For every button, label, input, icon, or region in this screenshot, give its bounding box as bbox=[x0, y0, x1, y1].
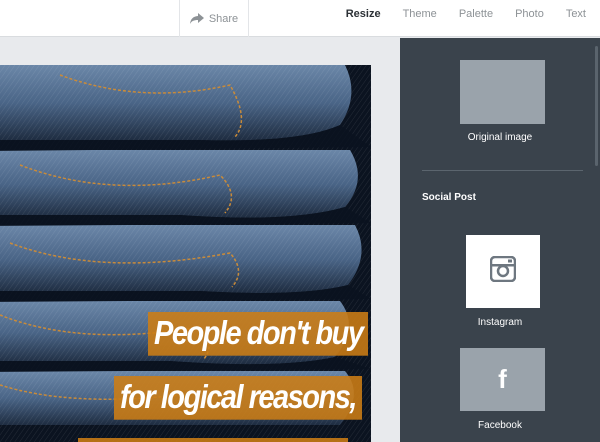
tab-photo[interactable]: Photo bbox=[504, 8, 555, 20]
quote-line-3-partial bbox=[78, 438, 348, 442]
quote-line-1[interactable]: People don't buy bbox=[148, 312, 369, 356]
panel-scrollbar[interactable] bbox=[595, 46, 598, 166]
quote-line-2[interactable]: for logical reasons, bbox=[114, 376, 362, 420]
instagram-label: Instagram bbox=[477, 317, 523, 328]
social-post-heading: Social Post bbox=[422, 192, 476, 203]
resize-panel: Original image Social Post Instagram f F… bbox=[400, 38, 600, 442]
facebook-icon: f bbox=[498, 364, 507, 394]
original-image-label: Original image bbox=[467, 132, 533, 143]
share-arrow-icon bbox=[189, 13, 204, 24]
facebook-size-option[interactable]: f bbox=[460, 348, 545, 411]
original-image-thumbnail[interactable] bbox=[460, 60, 545, 124]
tab-resize[interactable]: Resize bbox=[335, 8, 392, 20]
design-canvas: People don't buy for logical reasons, bbox=[0, 38, 400, 442]
facebook-label: Facebook bbox=[478, 420, 522, 431]
instagram-icon bbox=[489, 255, 517, 287]
instagram-size-option[interactable] bbox=[466, 235, 540, 308]
share-button[interactable]: Share bbox=[179, 0, 249, 37]
share-label: Share bbox=[208, 12, 239, 25]
tab-palette[interactable]: Palette bbox=[448, 8, 504, 20]
top-toolbar: Share Resize Theme Palette Photo Text bbox=[0, 0, 600, 37]
editor-tabs: Resize Theme Palette Photo Text bbox=[335, 0, 586, 27]
panel-divider bbox=[422, 170, 583, 171]
tab-text[interactable]: Text bbox=[555, 8, 586, 20]
tab-theme[interactable]: Theme bbox=[392, 8, 448, 20]
